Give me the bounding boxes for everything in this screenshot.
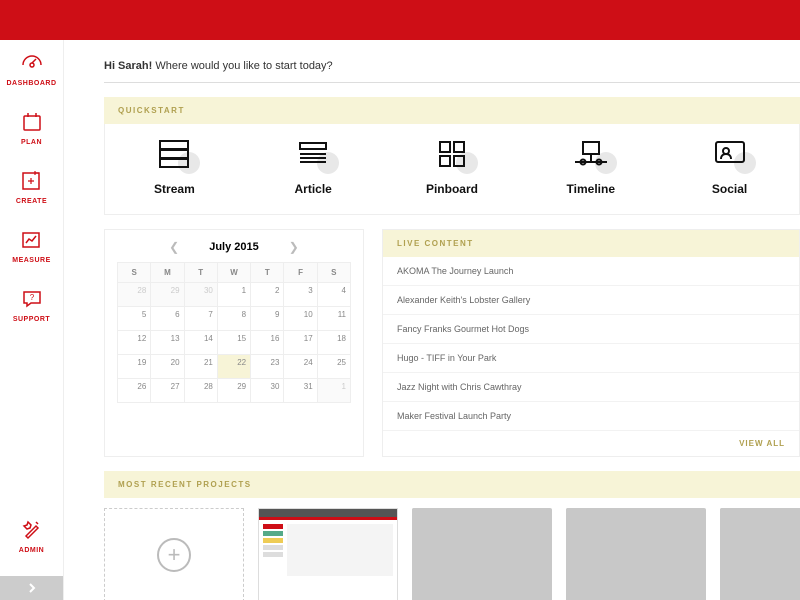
quickstart-pinboard[interactable]: Pinboard [387,136,517,196]
recent-projects: MOST RECENT PROJECTS + [104,471,800,600]
cal-day[interactable]: 10 [284,307,317,331]
cal-day[interactable]: 2 [251,283,284,307]
cal-day[interactable]: 4 [317,283,350,307]
stream-icon [158,139,190,169]
cal-day[interactable]: 9 [251,307,284,331]
cal-day[interactable]: 1 [317,379,350,403]
live-item[interactable]: Alexander Keith's Lobster Gallery [383,286,799,315]
gauge-icon [19,50,45,76]
cal-day[interactable]: 16 [251,331,284,355]
cal-day[interactable]: 30 [184,283,217,307]
cal-day[interactable]: 1 [217,283,250,307]
live-item[interactable]: Fancy Franks Gourmet Hot Dogs [383,315,799,344]
cal-day[interactable]: 22 [217,355,250,379]
chevron-right-icon [26,582,38,594]
main-content: Hi Sarah! Where would you like to start … [64,40,800,600]
svg-text:?: ? [29,293,34,302]
cal-day[interactable]: 5 [118,307,151,331]
quickstart-header: QUICKSTART [104,97,800,124]
chart-icon [18,227,44,253]
nav-plan[interactable]: PLAN [19,109,45,146]
project-add[interactable]: + [104,508,244,600]
cal-next[interactable]: ❯ [289,240,299,254]
cal-prev[interactable]: ❮ [169,240,179,254]
sidebar-collapse[interactable] [0,576,63,600]
cal-day[interactable]: 28 [118,283,151,307]
cal-day[interactable]: 3 [284,283,317,307]
cal-day[interactable]: 29 [151,283,184,307]
nav-admin[interactable]: ADMIN [19,517,45,554]
social-icon [714,140,746,168]
cal-dow: S [118,263,151,283]
project-folder[interactable] [412,508,552,600]
support-icon: ? [19,286,45,312]
project-folder[interactable] [720,508,800,600]
live-item[interactable]: Hugo - TIFF in Your Park [383,344,799,373]
cal-day[interactable]: 14 [184,331,217,355]
cal-day[interactable]: 30 [251,379,284,403]
calendar-icon [19,109,45,135]
nav-measure[interactable]: MEASURE [12,227,51,264]
cal-day[interactable]: 11 [317,307,350,331]
nav-create[interactable]: CREATE [16,168,47,205]
cal-day[interactable]: 28 [184,379,217,403]
cal-day[interactable]: 21 [184,355,217,379]
plus-icon: + [157,538,191,572]
cal-day[interactable]: 13 [151,331,184,355]
cal-dow: F [284,263,317,283]
quickstart-card: Stream Article Pinboard Timeline Social [104,124,800,215]
cal-dow: W [217,263,250,283]
cal-day[interactable]: 26 [118,379,151,403]
cal-day[interactable]: 12 [118,331,151,355]
article-icon [298,141,328,167]
quickstart-timeline[interactable]: Timeline [526,136,656,196]
create-icon [18,168,44,194]
divider [104,82,800,83]
live-item[interactable]: Maker Festival Launch Party [383,402,799,431]
cal-day[interactable]: 23 [251,355,284,379]
live-item[interactable]: AKOMA The Journey Launch [383,257,799,286]
calendar: ❮ July 2015 ❯ SMTWTFS 282930123456789101… [104,229,364,457]
nav-support[interactable]: ? SUPPORT [13,286,50,323]
cal-day[interactable]: 17 [284,331,317,355]
quickstart-article[interactable]: Article [248,136,378,196]
timeline-icon [573,140,609,168]
top-bar [0,0,800,40]
cal-dow: S [317,263,350,283]
tools-icon [19,517,45,543]
cal-day[interactable]: 20 [151,355,184,379]
quickstart-stream[interactable]: Stream [109,136,239,196]
cal-dow: T [184,263,217,283]
live-item[interactable]: Jazz Night with Chris Cawthray [383,373,799,402]
cal-day[interactable]: 29 [217,379,250,403]
live-content: LIVE CONTENT AKOMA The Journey LaunchAle… [382,229,800,457]
cal-day[interactable]: 18 [317,331,350,355]
live-header: LIVE CONTENT [383,230,799,257]
cal-title: July 2015 [209,241,259,253]
quickstart-social[interactable]: Social [665,136,795,196]
cal-dow: T [251,263,284,283]
cal-dow: M [151,263,184,283]
cal-day[interactable]: 31 [284,379,317,403]
calendar-grid: SMTWTFS 28293012345678910111213141516171… [117,262,351,403]
nav-dashboard[interactable]: DASHBOARD [7,50,57,87]
pinboard-icon [438,140,466,168]
cal-day[interactable]: 25 [317,355,350,379]
cal-day[interactable]: 7 [184,307,217,331]
greeting: Hi Sarah! Where would you like to start … [104,60,800,72]
cal-day[interactable]: 27 [151,379,184,403]
cal-day[interactable]: 15 [217,331,250,355]
cal-day[interactable]: 8 [217,307,250,331]
sidebar: DASHBOARD PLAN CREATE MEASURE ? SUPPORT … [0,40,64,600]
recent-header: MOST RECENT PROJECTS [104,471,800,498]
cal-day[interactable]: 24 [284,355,317,379]
project-folder[interactable] [566,508,706,600]
cal-day[interactable]: 6 [151,307,184,331]
view-all-link[interactable]: VIEW ALL [383,431,799,456]
cal-day[interactable]: 19 [118,355,151,379]
project-card[interactable] [258,508,398,600]
